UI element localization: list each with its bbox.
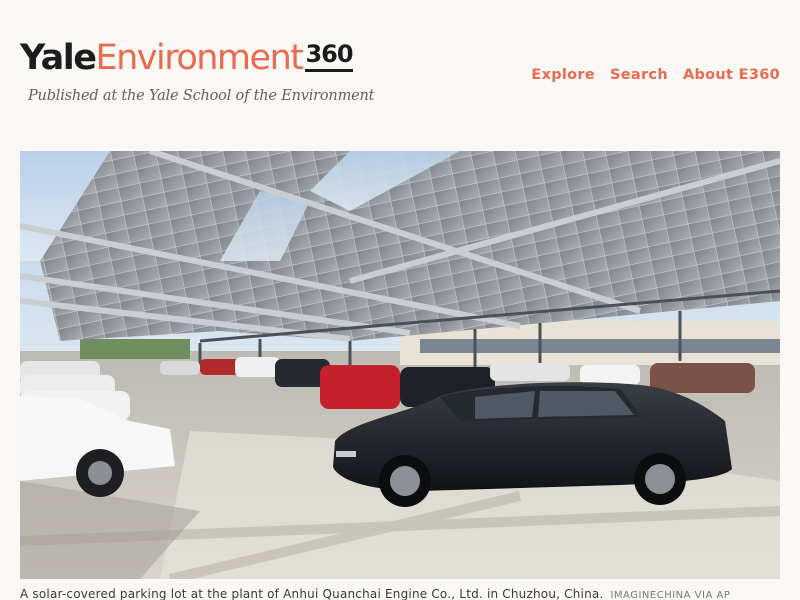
site-header: Yale Environment 360 Published at the Ya… bbox=[20, 38, 780, 118]
solar-parking-lot-photo bbox=[20, 151, 780, 579]
logo-environment-text: Environment bbox=[95, 38, 303, 78]
nav-search-link[interactable]: Search bbox=[610, 67, 668, 83]
hero-image bbox=[20, 151, 780, 579]
photo-credit: IMAGINECHINA VIA AP bbox=[610, 590, 731, 600]
nav-explore-link[interactable]: Explore bbox=[531, 67, 595, 83]
site-logo[interactable]: Yale Environment 360 bbox=[20, 38, 354, 78]
site-tagline: Published at the Yale School of the Envi… bbox=[28, 88, 375, 104]
nav-about-link[interactable]: About E360 bbox=[683, 67, 780, 83]
logo-yale-text: Yale bbox=[20, 38, 97, 78]
caption-text: A solar-covered parking lot at the plant… bbox=[20, 587, 604, 600]
main-nav: Explore Search About E360 bbox=[531, 67, 780, 83]
logo-360-text: 360 bbox=[305, 39, 354, 72]
hero-caption: A solar-covered parking lot at the plant… bbox=[20, 587, 790, 600]
